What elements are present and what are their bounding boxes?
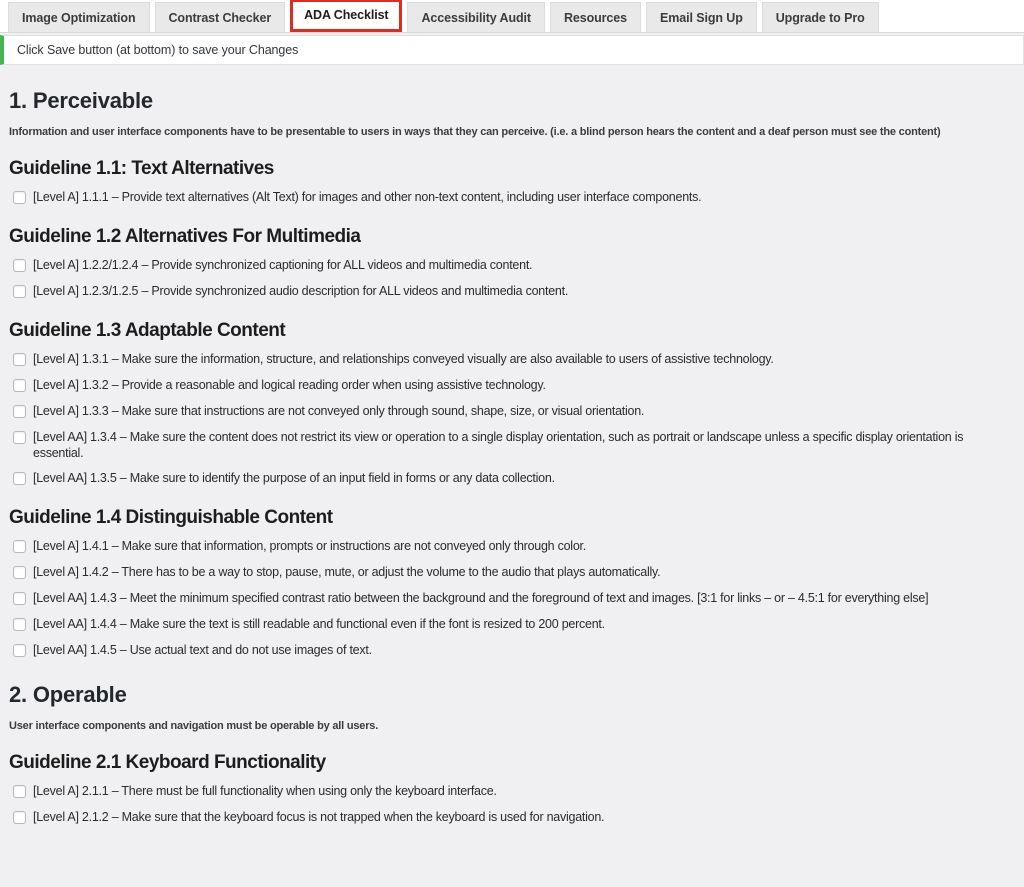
checklist-item-label[interactable]: [Level AA] 1.3.5 – Make sure to identify… (33, 470, 555, 486)
tab-upgrade-to-pro[interactable]: Upgrade to Pro (761, 2, 879, 32)
section-description: User interface components and navigation… (9, 720, 379, 732)
checklist-item-label[interactable]: [Level A] 1.4.2 – There has to be a way … (33, 564, 661, 580)
checklist-item[interactable]: [Level A] 2.1.2 – Make sure that the key… (9, 809, 1015, 826)
checklist-item-label[interactable]: [Level A] 2.1.1 – There must be full fun… (33, 783, 497, 799)
checklist-checkbox[interactable] (13, 353, 26, 366)
guideline-heading: Guideline 2.1 Keyboard Functionality (9, 752, 326, 773)
checklist-item[interactable]: [Level AA] 1.3.4 – Make sure the content… (9, 429, 1015, 461)
checklist-checkbox[interactable] (13, 644, 26, 657)
checklist-item-label[interactable]: [Level A] 2.1.2 – Make sure that the key… (33, 809, 605, 825)
checklist-item-label[interactable]: [Level A] 1.1.1 – Provide text alternati… (33, 189, 702, 205)
checklist-item[interactable]: [Level A] 2.1.1 – There must be full fun… (9, 783, 1015, 800)
checklist-item-label[interactable]: [Level AA] 1.4.4 – Make sure the text is… (33, 616, 605, 632)
tab-ada-checklist[interactable]: ADA Checklist (290, 0, 403, 32)
checklist-item-label[interactable]: [Level A] 1.2.2/1.2.4 – Provide synchron… (33, 257, 533, 273)
tab-image-optimization[interactable]: Image Optimization (8, 2, 150, 32)
checklist-item-label[interactable]: [Level AA] 1.4.3 – Meet the minimum spec… (33, 590, 929, 606)
checklist-checkbox[interactable] (13, 431, 26, 444)
checklist-item-label[interactable]: [Level A] 1.3.2 – Provide a reasonable a… (33, 377, 546, 393)
checklist-checkbox[interactable] (13, 618, 26, 631)
save-reminder-notice: Click Save button (at bottom) to save yo… (0, 35, 1024, 65)
section-description: Information and user interface component… (9, 126, 941, 138)
checklist-checkbox[interactable] (13, 566, 26, 579)
checklist-checkbox[interactable] (13, 191, 26, 204)
checklist-item-label[interactable]: [Level AA] 1.3.4 – Make sure the content… (33, 429, 1015, 461)
checklist-checkbox[interactable] (13, 259, 26, 272)
checklist-item-label[interactable]: [Level A] 1.3.3 – Make sure that instruc… (33, 403, 644, 419)
checklist-item[interactable]: [Level A] 1.4.2 – There has to be a way … (9, 564, 1015, 581)
tab-contrast-checker[interactable]: Contrast Checker (154, 2, 286, 32)
checklist-item-label[interactable]: [Level A] 1.3.1 – Make sure the informat… (33, 351, 774, 367)
checklist-content: 1. Perceivable Information and user inter… (0, 88, 1024, 826)
checklist-checkbox[interactable] (13, 785, 26, 798)
guideline-heading: Guideline 1.2 Alternatives For Multimedi… (9, 226, 361, 247)
checklist-item-label[interactable]: [Level A] 1.4.1 – Make sure that informa… (33, 538, 586, 554)
checklist-checkbox[interactable] (13, 472, 26, 485)
checklist-item-label[interactable]: [Level AA] 1.4.5 – Use actual text and d… (33, 642, 372, 658)
checklist-item[interactable]: [Level AA] 1.4.5 – Use actual text and d… (9, 642, 1015, 659)
checklist-checkbox[interactable] (13, 540, 26, 553)
checklist-item-label[interactable]: [Level A] 1.2.3/1.2.5 – Provide synchron… (33, 283, 568, 299)
notice-text: Click Save button (at bottom) to save yo… (17, 43, 299, 57)
checklist-item[interactable]: [Level A] 1.1.1 – Provide text alternati… (9, 189, 1015, 206)
checklist-item[interactable]: [Level AA] 1.3.5 – Make sure to identify… (9, 470, 1015, 487)
checklist-item[interactable]: [Level A] 1.2.3/1.2.5 – Provide synchron… (9, 283, 1015, 300)
checklist-group: [Level A] 1.3.1 – Make sure the informat… (9, 351, 1015, 487)
checklist-checkbox[interactable] (13, 811, 26, 824)
checklist-group: [Level A] 1.1.1 – Provide text alternati… (9, 189, 1015, 206)
section-title: 2. Operable (9, 682, 127, 707)
checklist-item[interactable]: [Level A] 1.3.2 – Provide a reasonable a… (9, 377, 1015, 394)
checklist-checkbox[interactable] (13, 405, 26, 418)
checklist-item[interactable]: [Level AA] 1.4.3 – Meet the minimum spec… (9, 590, 1015, 607)
guideline-heading: Guideline 1.4 Distinguishable Content (9, 507, 333, 528)
checklist-group: [Level A] 2.1.1 – There must be full fun… (9, 783, 1015, 826)
checklist-group: [Level A] 1.2.2/1.2.4 – Provide synchron… (9, 257, 1015, 300)
checklist-item[interactable]: [Level A] 1.3.1 – Make sure the informat… (9, 351, 1015, 368)
checklist-item[interactable]: [Level AA] 1.4.4 – Make sure the text is… (9, 616, 1015, 633)
checklist-item[interactable]: [Level A] 1.2.2/1.2.4 – Provide synchron… (9, 257, 1015, 274)
guideline-heading: Guideline 1.1: Text Alternatives (9, 158, 274, 179)
checklist-checkbox[interactable] (13, 592, 26, 605)
checklist-item[interactable]: [Level A] 1.3.3 – Make sure that instruc… (9, 403, 1015, 420)
tab-bar: Image Optimization Contrast Checker ADA Ch… (0, 0, 1024, 33)
checklist-group: [Level A] 1.4.1 – Make sure that informa… (9, 538, 1015, 659)
checklist-checkbox[interactable] (13, 285, 26, 298)
tab-resources[interactable]: Resources (549, 2, 641, 32)
checklist-item[interactable]: [Level A] 1.4.1 – Make sure that informa… (9, 538, 1015, 555)
section-title: 1. Perceivable (9, 88, 153, 113)
guideline-heading: Guideline 1.3 Adaptable Content (9, 320, 286, 341)
tab-email-sign-up[interactable]: Email Sign Up (646, 2, 757, 32)
checklist-checkbox[interactable] (13, 379, 26, 392)
tab-accessibility-audit[interactable]: Accessibility Audit (407, 2, 545, 32)
